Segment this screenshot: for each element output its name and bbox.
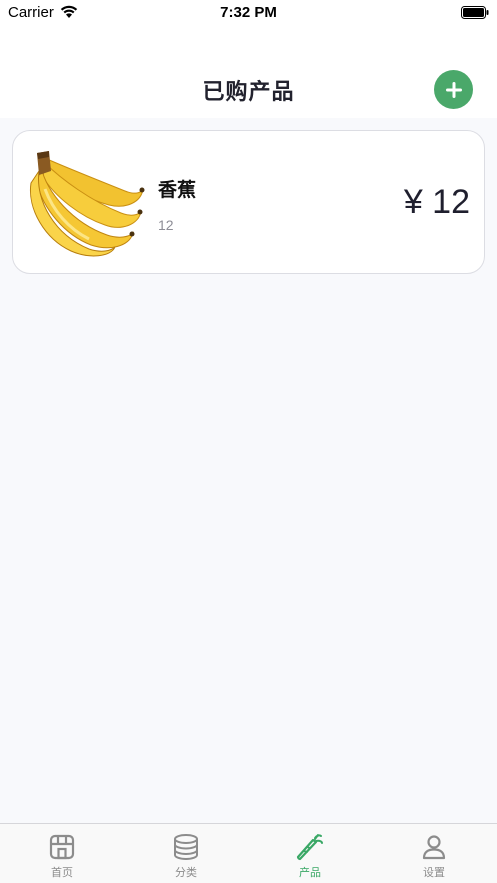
header: 已购产品 bbox=[0, 26, 497, 118]
product-quantity: 12 bbox=[158, 217, 174, 233]
tab-label: 设置 bbox=[423, 866, 445, 879]
tab-home[interactable]: 首页 bbox=[0, 824, 124, 883]
status-time: 7:32 PM bbox=[220, 4, 277, 21]
battery-icon bbox=[461, 6, 489, 19]
store-icon bbox=[49, 834, 75, 860]
database-icon bbox=[174, 834, 198, 861]
carrot-icon bbox=[296, 834, 323, 861]
banana-image bbox=[29, 151, 145, 257]
product-name: 香蕉 bbox=[158, 179, 197, 201]
add-product-button[interactable] bbox=[434, 70, 473, 109]
product-price: ¥ 12 bbox=[403, 183, 470, 221]
tab-category[interactable]: 分类 bbox=[124, 824, 248, 883]
plus-icon bbox=[445, 81, 462, 98]
user-icon bbox=[422, 835, 446, 860]
product-card[interactable]: 香蕉 12 ¥ 12 bbox=[12, 130, 485, 274]
tab-label: 产品 bbox=[299, 866, 321, 879]
status-bar: Carrier 7:32 PM bbox=[0, 0, 497, 26]
tab-label: 分类 bbox=[175, 866, 197, 879]
page-title: 已购产品 bbox=[202, 80, 295, 105]
tab-settings[interactable]: 设置 bbox=[372, 824, 496, 883]
tab-products[interactable]: 产品 bbox=[248, 824, 372, 883]
tab-label: 首页 bbox=[51, 866, 73, 879]
product-list: 香蕉 12 ¥ 12 bbox=[0, 118, 497, 823]
tab-bar: 首页 分类 产品 设置 bbox=[0, 823, 497, 883]
